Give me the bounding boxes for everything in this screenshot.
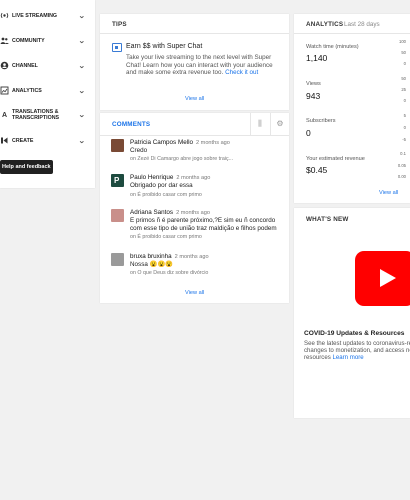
comment-meta: Patricia Campos Mello 2 months ago	[130, 139, 230, 146]
metric-value: 1,140	[306, 53, 328, 63]
sidebar-item-community[interactable]: COMMUNITY ⌄	[0, 36, 95, 45]
chevron-down-icon: ⌄	[78, 62, 86, 70]
sidebar-item-create[interactable]: CREATE ⌄	[0, 136, 95, 145]
comment-meta: bruxa bruxinha 2 months ago	[130, 253, 209, 260]
metric-label: Subscribers	[306, 118, 336, 124]
chevron-down-icon: ⌄	[78, 37, 86, 45]
comment-author[interactable]: Adriana Santos	[130, 209, 173, 216]
gear-icon[interactable]: ⚙	[275, 119, 285, 129]
sparkline-tick: 0.00	[397, 174, 406, 179]
divider	[250, 113, 251, 135]
divider	[294, 33, 410, 34]
comment-meta: Paulo Henrique 2 months ago	[130, 174, 210, 181]
chevron-down-icon: ⌄	[78, 112, 86, 119]
analytics-icon	[0, 86, 9, 95]
metric-label: Views	[306, 81, 321, 87]
sparkline-tick: 5	[403, 113, 406, 118]
create-icon	[0, 136, 9, 145]
analytics-card: ANALYTICS Last 28 days Watch time (minut…	[294, 14, 410, 203]
divider	[270, 113, 271, 135]
avatar	[111, 209, 124, 222]
tips-view-all-link[interactable]: View all	[185, 96, 204, 102]
sparkline-tick: 100	[399, 39, 406, 44]
comment-text: E primos ñ é parente próximo,?E sim eu ñ…	[130, 217, 277, 232]
comments-title[interactable]: COMMENTS	[112, 121, 150, 128]
divider	[100, 135, 289, 136]
comment-video-link[interactable]: on É proibido casar com primo	[130, 192, 202, 198]
news-item-title: COVID-19 Updates & Resources	[304, 330, 405, 337]
comment-video-link[interactable]: on O que Deus diz sobre divórcio	[130, 270, 208, 276]
comment-time: 2 months ago	[176, 175, 211, 181]
avatar	[111, 253, 124, 266]
divider	[100, 33, 289, 34]
chevron-down-icon: ⌄	[78, 87, 86, 95]
comment-text: Nossa 😮😮😮	[130, 261, 174, 268]
comment-author[interactable]: Paulo Henrique	[130, 174, 173, 181]
tips-card: TIPS Earn $$ with Super Chat Take your l…	[100, 14, 289, 110]
metric-label: Your estimated revenue	[306, 156, 365, 162]
comment-author[interactable]: Patricia Campos Mello	[130, 139, 193, 146]
sidebar-item-analytics[interactable]: ANALYTICS ⌄	[0, 86, 95, 95]
tip-title: Earn $$ with Super Chat	[126, 43, 203, 50]
analytics-title: ANALYTICS	[306, 21, 344, 28]
play-icon	[380, 269, 396, 287]
news-item-body: See the latest updates to coronavirus-re…	[304, 340, 410, 362]
sparkline-tick: 0	[403, 98, 406, 103]
metric-value: $0.45	[306, 165, 328, 175]
analytics-period: Last 28 days	[344, 21, 380, 28]
metric-label: Watch time (minutes)	[306, 44, 359, 50]
sidebar-item-label: ANALYTICS	[12, 87, 42, 94]
whats-new-title: WHAT'S NEW	[306, 216, 349, 223]
comments-card: COMMENTS ⫼ ⚙ Patricia Campos Mello 2 mont…	[100, 113, 289, 303]
comment-time: 2 months ago	[196, 140, 230, 146]
comment-author[interactable]: bruxa bruxinha	[130, 253, 172, 260]
sparkline-tick: 0	[403, 61, 406, 66]
comment-text: Credo	[130, 147, 148, 154]
sidebar-item-translations[interactable]: A TRANSLATIONS & TRANSCRIPTIONS ⌄	[0, 109, 95, 121]
help-feedback-button[interactable]: Help and feedback	[0, 160, 53, 174]
channel-icon	[0, 61, 9, 70]
column-view-icon[interactable]: ⫼	[255, 119, 265, 129]
sidebar-item-channel[interactable]: CHANNEL ⌄	[0, 61, 95, 70]
sparkline-tick: 0.05	[397, 163, 406, 168]
avatar	[111, 139, 124, 152]
metric-value: 0	[306, 128, 311, 138]
comment-time: 2 months ago	[174, 254, 209, 260]
sparkline-tick: 0.1	[400, 151, 406, 156]
sparkline-tick: 50	[401, 50, 406, 55]
check-it-out-link[interactable]: Check it out	[225, 69, 258, 76]
sidebar-item-label: LIVE STREAMING	[12, 12, 58, 19]
comment-video-link[interactable]: on Zezé Di Camargo abre jogo sobre traiç…	[130, 156, 233, 162]
comment-time: 2 months ago	[176, 210, 210, 216]
live-streaming-icon	[0, 11, 9, 20]
tips-title: TIPS	[112, 21, 127, 28]
metric-value: 943	[306, 91, 321, 101]
comment-text: Obrigado por dar essa	[130, 182, 193, 189]
sparkline-tick: 25	[401, 87, 406, 92]
super-chat-icon	[112, 43, 122, 52]
community-icon	[0, 36, 9, 45]
sparkline-tick: 50	[401, 76, 406, 81]
tip-body: Take your live streaming to the next lev…	[126, 54, 284, 77]
sidebar-item-label: CREATE	[12, 137, 34, 144]
sidebar-item-live-streaming[interactable]: LIVE STREAMING ⌄	[0, 11, 95, 20]
translate-icon: A	[1, 111, 8, 119]
comment-video-link[interactable]: on É proibido casar com primo	[130, 234, 202, 240]
analytics-view-all-link[interactable]: View all	[379, 190, 398, 196]
avatar: P	[111, 174, 124, 187]
sparkline-tick: -5	[402, 137, 406, 142]
sparkline-tick: 0	[403, 125, 406, 130]
left-sidebar: LIVE STREAMING ⌄ COMMUNITY ⌄ CHANNEL ⌄ A…	[0, 0, 95, 188]
comments-view-all-link[interactable]: View all	[185, 290, 204, 296]
sidebar-item-label: COMMUNITY	[12, 37, 45, 44]
whats-new-card: WHAT'S NEW COVID-19 Updates & Resources …	[294, 208, 410, 418]
chevron-down-icon: ⌄	[78, 137, 86, 145]
sidebar-item-label: CHANNEL	[12, 62, 38, 69]
learn-more-link[interactable]: Learn more	[332, 354, 363, 361]
chevron-down-icon: ⌄	[78, 12, 86, 20]
sidebar-item-label: TRANSLATIONS & TRANSCRIPTIONS	[12, 109, 60, 121]
youtube-logo-icon[interactable]	[355, 251, 410, 306]
comment-meta: Adriana Santos 2 months ago	[130, 209, 210, 216]
